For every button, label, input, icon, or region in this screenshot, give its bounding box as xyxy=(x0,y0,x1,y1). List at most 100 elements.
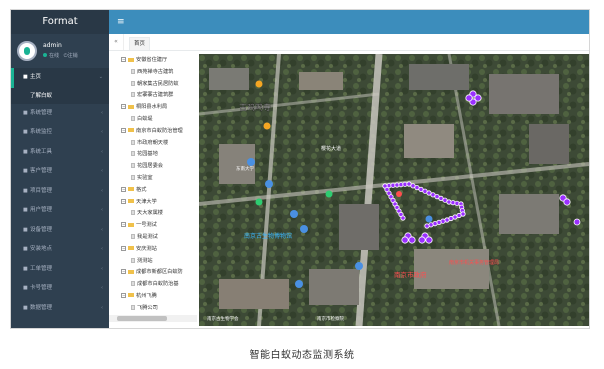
poi-marker[interactable] xyxy=(355,262,363,270)
site-tree: − 安徽省住建厅 西苑禅寺古建筑 朝家集古民居防蚁 宏寨寨古建筑群 − 桐阳县水利局 白蚁堤 −… xyxy=(109,55,197,313)
sidebar-item[interactable]: ■ 数据管理 ‹ xyxy=(11,299,109,319)
tree-node-label: 一号测试 xyxy=(136,222,157,229)
tree-folder-node[interactable]: − 杭州飞腾 xyxy=(109,291,197,303)
tree-collapse-icon[interactable]: − xyxy=(121,127,126,133)
tree-leaf-node[interactable]: 市政府朝天楼 xyxy=(109,138,197,150)
sidebar-item[interactable]: 了解白蚁 xyxy=(11,87,109,104)
monitor-icon: ■ xyxy=(23,129,28,135)
scrollbar-thumb[interactable] xyxy=(117,316,167,321)
tree-collapse-icon[interactable]: − xyxy=(121,57,126,62)
sidebar-item[interactable]: ■ 工单管理 ‹ xyxy=(11,260,109,280)
sidebar-item[interactable]: ■ 系统工具 ‹ xyxy=(11,143,109,163)
tree-node-label: 成都市白蚁防治基 xyxy=(137,281,179,288)
sidebar-item[interactable]: ■ 客户管理 ‹ xyxy=(11,162,109,182)
tree-collapse-icon[interactable]: − xyxy=(121,104,126,110)
tree-collapse-icon[interactable]: − xyxy=(121,245,126,251)
poi-marker[interactable] xyxy=(247,158,255,166)
tree-leaf-node[interactable]: 西苑禅寺古建筑 xyxy=(109,67,197,79)
tree-leaf-node[interactable]: 朝家集古民居防蚁 xyxy=(109,79,197,91)
file-icon xyxy=(131,151,135,157)
sidebar-item-label: 设备管理 xyxy=(30,226,53,233)
tree-leaf-node[interactable]: 测测站 xyxy=(109,256,197,268)
chevron-left-icon: ‹ xyxy=(101,265,103,272)
tree-folder-node[interactable]: − 安徽省住建厅 xyxy=(109,55,197,67)
folder-icon xyxy=(128,199,134,204)
tree-leaf-node[interactable]: 花园基地 xyxy=(109,149,197,161)
tree-collapse-icon[interactable]: − xyxy=(121,292,126,298)
poi-marker[interactable] xyxy=(425,215,433,223)
menu-toggle-icon[interactable]: ≡ xyxy=(117,16,125,28)
tree-leaf-node[interactable]: 实验室 xyxy=(109,173,197,185)
satellite-map[interactable]: 古鸡鸣寺 樱花大道 南京古生物博物馆 南京市政府 南京市机关事务管理局 南京古生… xyxy=(199,54,589,326)
chevron-left-icon: ‹ xyxy=(101,187,103,194)
sidebar-item[interactable]: ■ 卡号管理 ‹ xyxy=(11,279,109,299)
sidebar-item[interactable]: ■ 安装地点 ‹ xyxy=(11,240,109,260)
sidebar-item[interactable]: ■ 主页 ⌄ xyxy=(11,68,109,88)
tree-collapse-icon[interactable]: − xyxy=(121,222,126,228)
tree-folder-node[interactable]: − 成都市新都区白蚁防 xyxy=(109,267,197,279)
label-poi1: 东南大学 xyxy=(236,165,254,172)
device-icon: ■ xyxy=(23,226,28,233)
file-icon xyxy=(131,80,135,86)
chevron-left-icon: ‹ xyxy=(101,246,103,252)
sidebar-item[interactable]: ■ 系统监控 ‹ xyxy=(11,123,109,143)
tree-folder-node[interactable]: − 安庆测站 xyxy=(109,244,197,256)
sidebar-item-label: 工单管理 xyxy=(30,265,53,272)
avatar[interactable] xyxy=(17,41,37,61)
tree-node-label: 杭州飞腾 xyxy=(136,292,157,299)
tree-node-label: 朝家集古民居防蚁 xyxy=(137,80,179,87)
sidebar-item[interactable]: ■ 设备管理 ‹ xyxy=(11,221,109,241)
sensor-dot[interactable] xyxy=(400,215,406,221)
tree-leaf-node[interactable]: 花园居委会 xyxy=(109,161,197,173)
tree-folder-node[interactable]: − 天津大学 xyxy=(109,197,197,209)
tree-collapse-icon[interactable]: − xyxy=(121,186,126,192)
tree-node-label: 西苑禅寺古建筑 xyxy=(137,68,174,75)
tree-node-label: 花园基地 xyxy=(137,151,158,158)
tree-collapse-icon[interactable]: − xyxy=(121,269,126,275)
sidebar-item-label: 系统工具 xyxy=(30,148,53,155)
sensor-dot[interactable] xyxy=(424,223,430,229)
poi-marker[interactable] xyxy=(325,190,333,198)
tree-leaf-node[interactable]: 白蚁堤 xyxy=(109,114,197,126)
tree-folder-node[interactable]: − 南京市白蚁防治管理 xyxy=(109,126,197,138)
tree-folder-node[interactable]: − 格式 xyxy=(109,185,197,197)
poi-marker[interactable] xyxy=(255,198,263,206)
tab-home[interactable]: 首页 xyxy=(129,37,151,50)
tree-folder-node[interactable]: − 一号测试 xyxy=(109,220,197,232)
poi-marker[interactable] xyxy=(263,122,271,130)
tree-collapse-icon[interactable]: − xyxy=(121,198,126,204)
tree-node-label: 南京市白蚁防治管理 xyxy=(136,127,183,134)
tree-leaf-node[interactable]: 宏寨寨古建筑群 xyxy=(109,90,197,102)
tree-horizontal-scrollbar[interactable] xyxy=(109,315,197,322)
folder-icon xyxy=(128,128,134,133)
tree-node-label: 实验室 xyxy=(137,174,153,181)
map-canvas[interactable]: 古鸡鸣寺 樱花大道 南京古生物博物馆 南京市政府 南京市机关事务管理局 南京古生… xyxy=(199,54,589,326)
poi-marker[interactable] xyxy=(265,180,273,188)
users-icon: ■ xyxy=(23,168,28,174)
poi-marker[interactable] xyxy=(255,80,263,88)
poi-marker[interactable] xyxy=(300,225,308,233)
poi-marker[interactable] xyxy=(295,280,303,288)
tree-folder-node[interactable]: − 桐阳县水利局 xyxy=(109,102,197,114)
user-name: admin xyxy=(43,42,62,49)
sidebar-item[interactable]: ■ 用户管理 ‹ xyxy=(11,201,109,221)
sidebar-item[interactable]: ■ 项目管理 ‹ xyxy=(11,182,109,202)
file-icon xyxy=(131,281,135,287)
sidebar-item[interactable]: ■ 系统管理 ‹ xyxy=(11,104,109,124)
tab-scroll-left-button[interactable]: « xyxy=(109,34,124,50)
poi-marker[interactable] xyxy=(396,191,402,197)
tree-leaf-node[interactable]: 天大家属楼 xyxy=(109,208,197,220)
tree-leaf-node[interactable]: 我是测试 xyxy=(109,232,197,244)
file-icon xyxy=(131,304,135,310)
logout-link[interactable]: 注销 xyxy=(68,53,78,59)
label-museum: 南京古生物博物馆 xyxy=(244,232,292,240)
home-icon: ■ xyxy=(23,74,28,80)
chevron-left-icon: ‹ xyxy=(101,285,103,291)
tree-leaf-node[interactable]: 飞腾公司 xyxy=(109,303,197,313)
poi-marker[interactable] xyxy=(290,210,298,218)
sidebar-item-label: 系统监控 xyxy=(30,129,53,135)
label-street: 樱花大道 xyxy=(321,145,341,152)
tab-bar: « 首页 xyxy=(109,34,589,51)
status-text: 在线 xyxy=(49,53,60,59)
tree-leaf-node[interactable]: 成都市白蚁防治基 xyxy=(109,279,197,291)
